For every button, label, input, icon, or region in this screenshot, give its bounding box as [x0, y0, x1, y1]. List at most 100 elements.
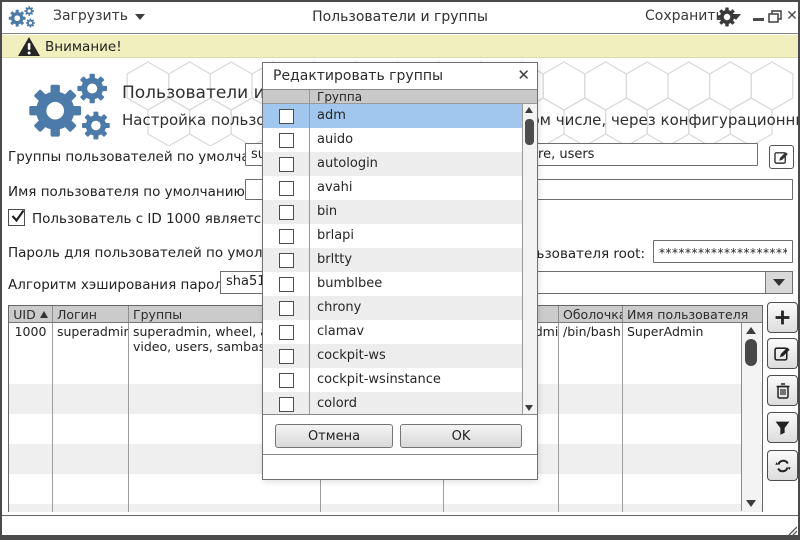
group-row[interactable]: cockpit-ws [263, 344, 537, 368]
group-row[interactable]: colord [263, 392, 537, 414]
hash-algorithm-label: Алгоритм хэширования пароля: [8, 277, 236, 293]
warning-bar: Внимание! [0, 35, 800, 58]
group-name: clamav [309, 320, 537, 344]
admin-checkbox[interactable] [8, 209, 25, 226]
minimize-icon [753, 18, 764, 21]
ok-button[interactable]: OK [400, 424, 522, 448]
group-row[interactable]: cockpit-wsinstance [263, 368, 537, 392]
column-header-login[interactable]: Логин [53, 306, 129, 322]
minimize-button[interactable] [751, 9, 765, 23]
group-checkbox[interactable] [279, 253, 294, 268]
group-row[interactable]: brltty [263, 248, 537, 272]
warning-text: Внимание! [45, 39, 122, 55]
resize-grip[interactable] [786, 524, 797, 535]
maximize-restore-icon [768, 10, 782, 23]
dialog-close-button[interactable]: ✕ [517, 66, 530, 84]
group-checkbox[interactable] [279, 205, 294, 220]
page-gears-logo [22, 70, 118, 144]
group-checkbox[interactable] [279, 373, 294, 388]
edit-pencil-icon [774, 150, 789, 165]
refresh-button[interactable] [767, 450, 798, 481]
group-checkbox[interactable] [279, 277, 294, 292]
scrollbar-thumb[interactable] [745, 339, 757, 366]
close-button[interactable]: ✕ [785, 9, 799, 23]
cell-uid: 1000 [9, 323, 53, 354]
group-list-rows: admauidoautologinavahibinbrlapibrlttybum… [263, 104, 537, 414]
group-row[interactable]: brlapi [263, 224, 537, 248]
delete-user-button[interactable] [767, 375, 798, 406]
group-name: cockpit-ws [309, 344, 537, 368]
scroll-up-icon[interactable] [746, 327, 756, 334]
cell-shell: /bin/bash [559, 323, 623, 354]
maximize-button[interactable] [768, 9, 782, 23]
scroll-down-icon[interactable] [525, 405, 533, 411]
group-checkbox[interactable] [279, 109, 294, 124]
app-gears-logo-icon [7, 5, 37, 29]
combobox-dropdown-button[interactable] [765, 272, 792, 293]
filter-button[interactable] [767, 412, 798, 443]
add-user-button[interactable] [767, 302, 798, 333]
column-header-shell[interactable]: Оболочка [559, 306, 623, 322]
app-window: Загрузить Пользователи и группы Сохранит… [0, 0, 800, 540]
dialog-separator [263, 454, 537, 455]
settings-gear-button[interactable] [716, 6, 738, 28]
group-column-header: Группа [309, 90, 537, 103]
window-title: Пользователи и группы [200, 9, 600, 25]
group-name: chrony [309, 296, 537, 320]
close-icon: ✕ [786, 8, 798, 24]
group-name: avahi [309, 176, 537, 200]
scrollbar-thumb[interactable] [525, 119, 534, 145]
group-checkbox[interactable] [279, 397, 294, 412]
group-name: bin [309, 200, 537, 224]
default-groups-label: Группы пользователей по умолчанию: [8, 149, 283, 165]
table-vertical-scrollbar[interactable] [741, 323, 761, 511]
group-list-header: Группа [263, 90, 537, 104]
group-name: auido [309, 128, 537, 152]
group-row[interactable]: adm [263, 104, 537, 128]
group-name: colord [309, 392, 537, 414]
checkmark-icon [10, 208, 26, 224]
load-menu-button[interactable]: Загрузить [53, 8, 145, 24]
scroll-up-icon[interactable] [525, 107, 533, 113]
column-header-uid[interactable]: UID [9, 306, 53, 322]
group-checkbox[interactable] [279, 229, 294, 244]
checkbox-column-header [263, 90, 309, 103]
edit-groups-dialog: Редактировать группы ✕ Группа admauidoau… [262, 62, 538, 480]
chevron-down-icon [773, 279, 785, 286]
group-row[interactable]: auido [263, 128, 537, 152]
edit-user-button[interactable] [767, 338, 798, 369]
group-checkbox[interactable] [279, 349, 294, 364]
status-bar [0, 515, 800, 537]
chevron-down-icon [135, 14, 145, 20]
group-checkbox[interactable] [279, 157, 294, 172]
group-name: cockpit-wsinstance [309, 368, 537, 392]
group-row[interactable]: bin [263, 200, 537, 224]
dialog-title: Редактировать группы [273, 68, 443, 84]
group-row[interactable]: bumblbee [263, 272, 537, 296]
group-checkbox[interactable] [279, 301, 294, 316]
cell-login: superadmin [53, 323, 129, 354]
group-row[interactable]: autologin [263, 152, 537, 176]
edit-groups-button[interactable] [769, 145, 794, 169]
group-checkbox[interactable] [279, 181, 294, 196]
group-name: brltty [309, 248, 537, 272]
group-row[interactable]: avahi [263, 176, 537, 200]
refresh-icon [774, 457, 792, 475]
group-row[interactable]: chrony [263, 296, 537, 320]
filter-funnel-icon [774, 420, 791, 436]
group-name: brlapi [309, 224, 537, 248]
group-checkbox[interactable] [279, 325, 294, 340]
sort-ascending-icon [40, 311, 48, 318]
scroll-down-icon[interactable] [746, 500, 756, 507]
group-row[interactable]: clamav [263, 320, 537, 344]
edit-pencil-icon [774, 345, 791, 362]
root-password-input[interactable] [653, 240, 793, 263]
empty-table-row [9, 504, 762, 512]
cancel-button[interactable]: Отмена [275, 424, 393, 448]
group-checkbox[interactable] [279, 133, 294, 148]
titlebar: Загрузить Пользователи и группы Сохранит… [0, 0, 800, 34]
group-list: Группа admauidoautologinavahibinbrlapibr… [263, 89, 537, 415]
dialog-vertical-scrollbar[interactable] [522, 104, 537, 414]
column-header-fullname[interactable]: Имя пользователя [623, 306, 762, 322]
warning-triangle-icon [17, 36, 41, 57]
